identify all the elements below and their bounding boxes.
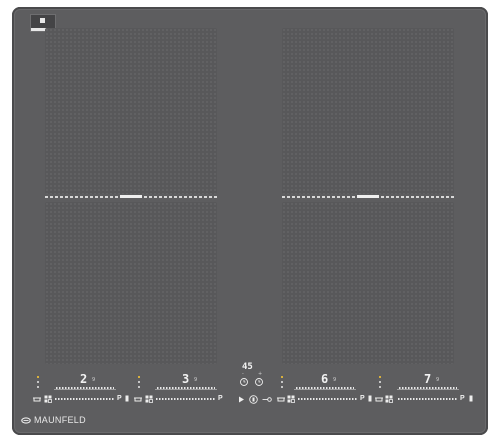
brand-logo: MAUNFELD (21, 415, 86, 425)
power-level-display: 3 (182, 372, 190, 386)
timer-minus-label: - (242, 371, 244, 377)
timer-plus-button[interactable] (254, 377, 264, 387)
key-icon[interactable] (262, 396, 272, 403)
cooking-zone-rear-left (45, 28, 217, 194)
lock-icon[interactable] (249, 395, 258, 404)
power-slider[interactable] (157, 387, 215, 389)
pot-icon[interactable] (375, 396, 383, 402)
power-slider[interactable] (56, 387, 114, 389)
timer-slider[interactable] (156, 398, 216, 400)
cooktop-glass-panel: 2 9 P 3 9 P 45 - + 6 9 P 7 9 P MAUNFELD (12, 7, 488, 435)
power-boost-button[interactable]: P (360, 395, 365, 402)
bar-indicator-icon (368, 395, 372, 402)
power-level-max: 9 (92, 377, 96, 383)
power-level-max: 9 (194, 377, 198, 383)
power-boost-button[interactable]: P (218, 395, 223, 402)
bar-indicator-icon (469, 395, 473, 402)
zone-select-icon[interactable] (145, 395, 153, 403)
zone-select-icon[interactable] (385, 395, 393, 403)
cooking-zone-front-left (45, 202, 217, 364)
pot-icon[interactable] (134, 396, 142, 402)
brand-name: MAUNFELD (34, 415, 86, 425)
pot-icon[interactable] (277, 396, 285, 402)
play-icon[interactable] (238, 396, 245, 403)
power-slider[interactable] (399, 387, 457, 389)
zone-select-icon[interactable] (44, 395, 52, 403)
power-level-display: 6 (321, 372, 329, 386)
power-level-max: 9 (436, 377, 440, 383)
timer-minus-button[interactable] (239, 377, 249, 387)
power-boost-button[interactable]: P (460, 395, 465, 402)
power-level-display: 2 (80, 372, 88, 386)
zone-select-icon[interactable] (287, 395, 295, 403)
cooking-zone-front-right (282, 202, 454, 364)
cooking-zone-rear-right (282, 28, 454, 194)
zone-bridge-indicator-right (282, 195, 454, 198)
timer-slider[interactable] (298, 398, 358, 400)
power-slider-track (54, 389, 116, 390)
pot-icon[interactable] (33, 396, 41, 402)
power-slider-track (294, 389, 356, 390)
power-slider[interactable] (296, 387, 354, 389)
brand-mark-icon (21, 416, 31, 424)
power-slider-track (155, 389, 217, 390)
power-boost-button[interactable]: P (117, 395, 122, 402)
power-level-display: 7 (424, 372, 432, 386)
zone-bridge-indicator-left (45, 195, 217, 198)
timer-slider[interactable] (55, 398, 115, 400)
timer-slider[interactable] (398, 398, 458, 400)
power-level-max: 9 (333, 377, 337, 383)
power-slider-track (397, 389, 459, 390)
timer-plus-label: + (258, 371, 263, 377)
bar-indicator-icon (125, 395, 129, 402)
